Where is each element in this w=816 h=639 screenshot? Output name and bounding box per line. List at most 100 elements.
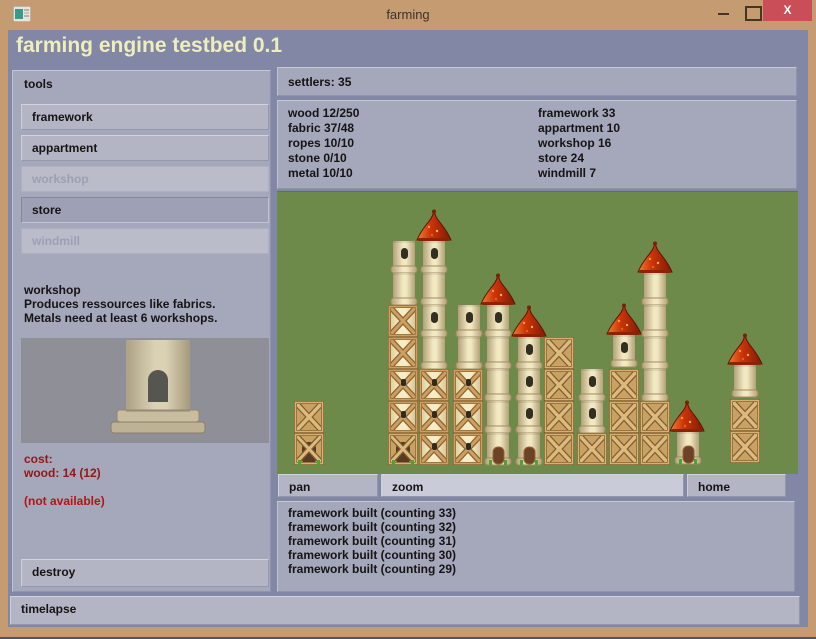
scene-block-tww xyxy=(579,401,605,433)
scene-block-fw xyxy=(640,401,670,433)
scene-block-tww xyxy=(391,241,417,273)
minimize-icon xyxy=(718,13,729,15)
scene-block-fw xyxy=(609,433,639,465)
minimize-button[interactable] xyxy=(712,3,734,21)
tool-button-list: framework appartment workshop store windmill xyxy=(21,104,269,259)
building-line: store 24 xyxy=(538,151,620,166)
scene-block-fww xyxy=(419,433,449,465)
selected-tool-description: workshop Produces ressources like fabric… xyxy=(24,283,217,325)
scene-block-tw xyxy=(485,337,511,369)
settlers-count: settlers: 35 xyxy=(288,75,351,89)
scene-block-fw xyxy=(730,399,760,431)
client-area: farming engine testbed 0.1 tools framewo… xyxy=(8,30,808,627)
scene-block-hd xyxy=(294,433,324,465)
tool-button-framework[interactable]: framework xyxy=(21,104,269,130)
scene-block-tw xyxy=(485,369,511,401)
tool-button-workshop: workshop xyxy=(21,166,269,192)
scene-block-roof xyxy=(481,274,515,306)
scene-block-tww xyxy=(421,241,447,273)
buildings-column: framework 33appartment 10workshop 16stor… xyxy=(538,106,620,181)
tool-button-appartment[interactable]: appartment xyxy=(21,135,269,161)
resources-panel: wood 12/250fabric 37/48ropes 10/10stone … xyxy=(277,100,797,189)
scene-block-roof xyxy=(607,304,641,336)
scene-block-roof xyxy=(670,401,704,433)
scene-block-tw xyxy=(485,401,511,433)
scene-block-fw xyxy=(544,433,574,465)
timelapse-button[interactable]: timelapse xyxy=(10,596,800,625)
close-button[interactable]: X xyxy=(763,0,812,21)
scene-block-fww xyxy=(388,401,418,433)
workshop-preview-image xyxy=(21,338,269,443)
scene-block-fww xyxy=(453,433,483,465)
scene-block-tw xyxy=(456,337,482,369)
window-title: farming xyxy=(0,7,816,22)
scene-block-tww xyxy=(516,369,542,401)
scene-block-fww xyxy=(453,369,483,401)
material-line: ropes 10/10 xyxy=(288,136,359,151)
scene-block-twd xyxy=(675,432,701,464)
scene-block-fw xyxy=(544,401,574,433)
scene-block-tww xyxy=(456,305,482,337)
log-line: framework built (counting 29) xyxy=(288,562,456,576)
tool-button-store[interactable]: store xyxy=(21,197,269,223)
scene-block-tww xyxy=(579,369,605,401)
scene-block-roof xyxy=(638,242,672,274)
scene-block-fw xyxy=(730,431,760,463)
scene-block-fww xyxy=(388,369,418,401)
maximize-button[interactable] xyxy=(745,6,762,21)
scene-block-fw xyxy=(544,337,574,369)
cost-title: cost: xyxy=(24,452,105,466)
home-button[interactable]: home xyxy=(687,474,786,497)
log-panel: framework built (counting 33) framework b… xyxy=(277,501,795,592)
cost-line: wood: 14 (12) xyxy=(24,466,105,480)
scene-block-fw xyxy=(609,369,639,401)
scene-block-tw xyxy=(421,273,447,305)
title-bar[interactable]: farming X xyxy=(0,0,816,30)
settlers-panel: settlers: 35 xyxy=(277,67,797,96)
scene-block-roof xyxy=(417,210,451,242)
scene-block-tw xyxy=(642,369,668,401)
material-line: stone 0/10 xyxy=(288,151,359,166)
game-viewport[interactable] xyxy=(277,191,798,474)
log-lines: framework built (counting 33) framework b… xyxy=(288,506,456,576)
log-line: framework built (counting 31) xyxy=(288,534,456,548)
page-title: farming engine testbed 0.1 xyxy=(16,34,282,58)
zoom-button[interactable]: zoom xyxy=(381,474,684,497)
scene-block-tww xyxy=(421,305,447,337)
scene-block-roof xyxy=(728,334,762,366)
scene-block-fw xyxy=(294,401,324,433)
tools-panel: tools framework appartment workshop store wi… xyxy=(12,70,271,592)
scene-block-tw xyxy=(391,273,417,305)
scene-block-tww xyxy=(516,401,542,433)
scene-block-fwl xyxy=(388,305,418,337)
tools-panel-title: tools xyxy=(24,77,53,91)
cost-lines: wood: 14 (12) xyxy=(24,466,105,480)
building-preview xyxy=(21,338,269,443)
scene-block-twd xyxy=(516,433,542,465)
scene-block-tww xyxy=(611,335,637,367)
pan-button[interactable]: pan xyxy=(278,474,378,497)
scene-block-tw xyxy=(421,337,447,369)
destroy-button[interactable]: destroy xyxy=(21,559,269,587)
selected-tool-description-lines: Produces ressources like fabrics.Metals … xyxy=(24,297,217,325)
scene-block-tw xyxy=(642,305,668,337)
building-line: windmill 7 xyxy=(538,166,620,181)
description-line: Metals need at least 6 workshops. xyxy=(24,311,217,325)
scene-block-fwl xyxy=(388,337,418,369)
log-line: framework built (counting 33) xyxy=(288,506,456,520)
scene-block-fw xyxy=(609,401,639,433)
building-line: framework 33 xyxy=(538,106,620,121)
material-line: metal 10/10 xyxy=(288,166,359,181)
availability-status: (not available) xyxy=(24,494,105,508)
scene-block-fw xyxy=(544,369,574,401)
scene-block-fw xyxy=(577,433,607,465)
scene-block-tw xyxy=(732,365,758,397)
scene-block-tw xyxy=(642,273,668,305)
game-scene xyxy=(277,192,798,474)
scene-block-fw xyxy=(640,433,670,465)
scene-block-hd xyxy=(388,433,418,465)
scene-block-fww xyxy=(419,369,449,401)
material-line: fabric 37/48 xyxy=(288,121,359,136)
tool-button-windmill: windmill xyxy=(21,228,269,254)
scene-block-twd xyxy=(485,433,511,465)
